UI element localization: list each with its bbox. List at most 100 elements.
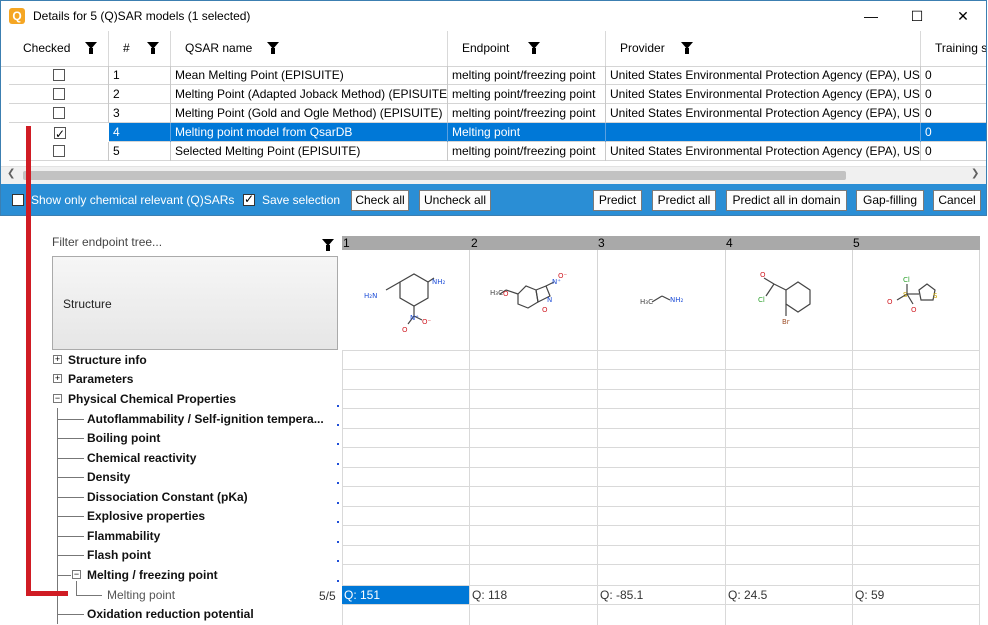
svg-text:N⁺: N⁺ — [410, 314, 419, 322]
row-provider — [606, 123, 921, 142]
tree-item-boiling-point[interactable]: Boiling point — [87, 428, 160, 448]
qsar-models-grid: Checked # QSAR name Endpoint Provider Tr… — [1, 31, 986, 184]
scrollbar-thumb[interactable] — [23, 171, 846, 180]
cancel-button[interactable]: Cancel — [933, 190, 981, 211]
svg-text:O⁻: O⁻ — [422, 318, 432, 326]
column-header-provider[interactable]: Provider — [606, 31, 921, 66]
table-row-selected[interactable]: 4 Melting point model from QsarDB Meltin… — [9, 123, 986, 142]
column-header-number[interactable]: # — [109, 31, 171, 66]
molecule-structure-5: Cl S O O S — [887, 276, 938, 314]
collapse-minus-icon[interactable]: − — [72, 570, 81, 579]
uncheck-all-button[interactable]: Uncheck all — [419, 190, 491, 211]
tree-item-density[interactable]: Density — [87, 467, 130, 487]
structure-cell-5[interactable]: Cl S O O S — [853, 250, 980, 350]
column-header-label: Endpoint — [462, 41, 510, 55]
svg-text:O: O — [542, 306, 548, 314]
tree-item-flash-point[interactable]: Flash point — [87, 545, 151, 565]
filter-funnel-icon[interactable] — [681, 42, 693, 54]
row-checkbox[interactable] — [54, 125, 66, 141]
matrix-column-4[interactable]: 4 — [726, 236, 733, 250]
svg-text:Cl: Cl — [903, 276, 910, 284]
row-endpoint: melting point/freezing point — [448, 104, 606, 123]
column-header-qsar-name[interactable]: QSAR name — [171, 31, 448, 66]
save-selection-label: Save selection — [262, 193, 341, 207]
prediction-cell-1[interactable]: Q: 151 — [342, 586, 469, 604]
tree-item-dissociation-constant[interactable]: Dissociation Constant (pKa) — [87, 487, 248, 507]
table-row[interactable]: 5 Selected Melting Point (EPISUITE) melt… — [9, 142, 986, 161]
tree-item-oxidation-reduction-potential[interactable]: Oxidation reduction potential — [87, 604, 254, 624]
scroll-left-icon[interactable]: ❮ — [7, 168, 15, 179]
table-row[interactable]: 2 Melting Point (Adapted Joback Method) … — [9, 85, 986, 104]
svg-text:S: S — [933, 292, 938, 300]
close-button[interactable]: ✕ — [940, 1, 986, 31]
endpoint-tree-filter-input[interactable]: Filter endpoint tree... — [52, 235, 338, 253]
row-provider: United States Environmental Protection A… — [606, 142, 921, 161]
app-logo-icon: Q — [9, 8, 25, 24]
prediction-cell-4[interactable]: Q: 24.5 — [726, 586, 852, 604]
tree-item-explosive-properties[interactable]: Explosive properties — [87, 506, 205, 526]
row-checkbox[interactable] — [53, 145, 65, 157]
svg-text:H₃C: H₃C — [490, 289, 503, 297]
filter-funnel-icon[interactable] — [267, 42, 279, 54]
filter-funnel-icon[interactable] — [147, 42, 159, 54]
check-all-button[interactable]: Check all — [351, 190, 409, 211]
matrix-column-1[interactable]: 1 — [343, 236, 350, 250]
predict-button[interactable]: Predict — [593, 190, 642, 211]
predict-all-in-domain-button[interactable]: Predict all in domain — [726, 190, 847, 211]
row-number: 2 — [109, 85, 171, 104]
structure-label: Structure — [63, 297, 112, 311]
row-number: 3 — [109, 104, 171, 123]
row-checkbox[interactable] — [53, 107, 65, 119]
column-header-training[interactable]: Training s — [921, 31, 986, 66]
tree-item-autoflammability[interactable]: Autoflammability / Self-ignition tempera… — [87, 409, 324, 429]
scroll-right-icon[interactable]: ❯ — [971, 168, 979, 179]
structure-cell-1[interactable]: H₂N NH₂ O N⁺ O⁻ — [342, 250, 470, 350]
row-endpoint: Melting point — [448, 123, 606, 142]
expand-plus-icon[interactable]: + — [53, 355, 62, 364]
expand-plus-icon[interactable]: + — [53, 374, 62, 383]
svg-text:NH₂: NH₂ — [670, 296, 684, 304]
show-only-relevant-checkbox[interactable] — [12, 194, 24, 206]
structure-row-header: Structure — [52, 256, 338, 350]
predict-all-button[interactable]: Predict all — [652, 190, 716, 211]
tree-item-flammability[interactable]: Flammability — [87, 526, 160, 546]
collapse-minus-icon[interactable]: − — [53, 394, 62, 403]
matrix-column-header-bar — [342, 236, 980, 250]
row-endpoint: melting point/freezing point — [448, 85, 606, 104]
structure-cell-2[interactable]: H₃C O N O N⁺ O⁻ — [470, 250, 598, 350]
row-checkbox[interactable] — [53, 69, 65, 81]
prediction-cell-5[interactable]: Q: 59 — [853, 586, 979, 604]
structure-cell-4[interactable]: O Cl Br — [726, 250, 853, 350]
tree-filter-funnel-icon[interactable] — [322, 239, 334, 251]
svg-text:NH₂: NH₂ — [432, 278, 446, 286]
grid-header: Checked # QSAR name Endpoint Provider Tr… — [1, 31, 986, 67]
svg-text:O⁻: O⁻ — [558, 272, 568, 280]
save-selection-checkbox[interactable] — [243, 192, 255, 206]
row-checkbox[interactable] — [53, 88, 65, 100]
tree-item-melting-point[interactable]: Melting point — [107, 585, 175, 605]
row-qsar-name: Melting Point (Gold and Ogle Method) (EP… — [171, 104, 448, 123]
row-training: 0 — [925, 106, 932, 120]
column-header-label: Training s — [935, 41, 986, 55]
matrix-column-2[interactable]: 2 — [471, 236, 478, 250]
column-header-endpoint[interactable]: Endpoint — [448, 31, 606, 66]
table-row[interactable]: 1 Mean Melting Point (EPISUITE) melting … — [9, 66, 986, 85]
structure-cell-3[interactable]: H₃C NH₂ — [598, 250, 726, 350]
minimize-button[interactable]: — — [848, 1, 894, 31]
matrix-column-3[interactable]: 3 — [598, 236, 605, 250]
filter-funnel-icon[interactable] — [528, 42, 540, 54]
row-training: 0 — [925, 144, 932, 158]
gap-filling-button[interactable]: Gap-filling — [856, 190, 924, 211]
prediction-cell-3[interactable]: Q: -85.1 — [598, 586, 725, 604]
tree-item-chemical-reactivity[interactable]: Chemical reactivity — [87, 448, 196, 468]
svg-text:H₃C: H₃C — [640, 298, 653, 306]
column-header-checked[interactable]: Checked — [9, 31, 109, 66]
horizontal-scrollbar[interactable]: ❮ ❯ — [1, 166, 986, 184]
table-row[interactable]: 3 Melting Point (Gold and Ogle Method) (… — [9, 104, 986, 123]
maximize-button[interactable]: ☐ — [894, 1, 940, 31]
prediction-cell-2[interactable]: Q: 118 — [470, 586, 597, 604]
row-provider: United States Environmental Protection A… — [606, 104, 921, 123]
column-header-label: QSAR name — [185, 41, 253, 55]
matrix-column-5[interactable]: 5 — [853, 236, 860, 250]
filter-funnel-icon[interactable] — [85, 42, 97, 54]
